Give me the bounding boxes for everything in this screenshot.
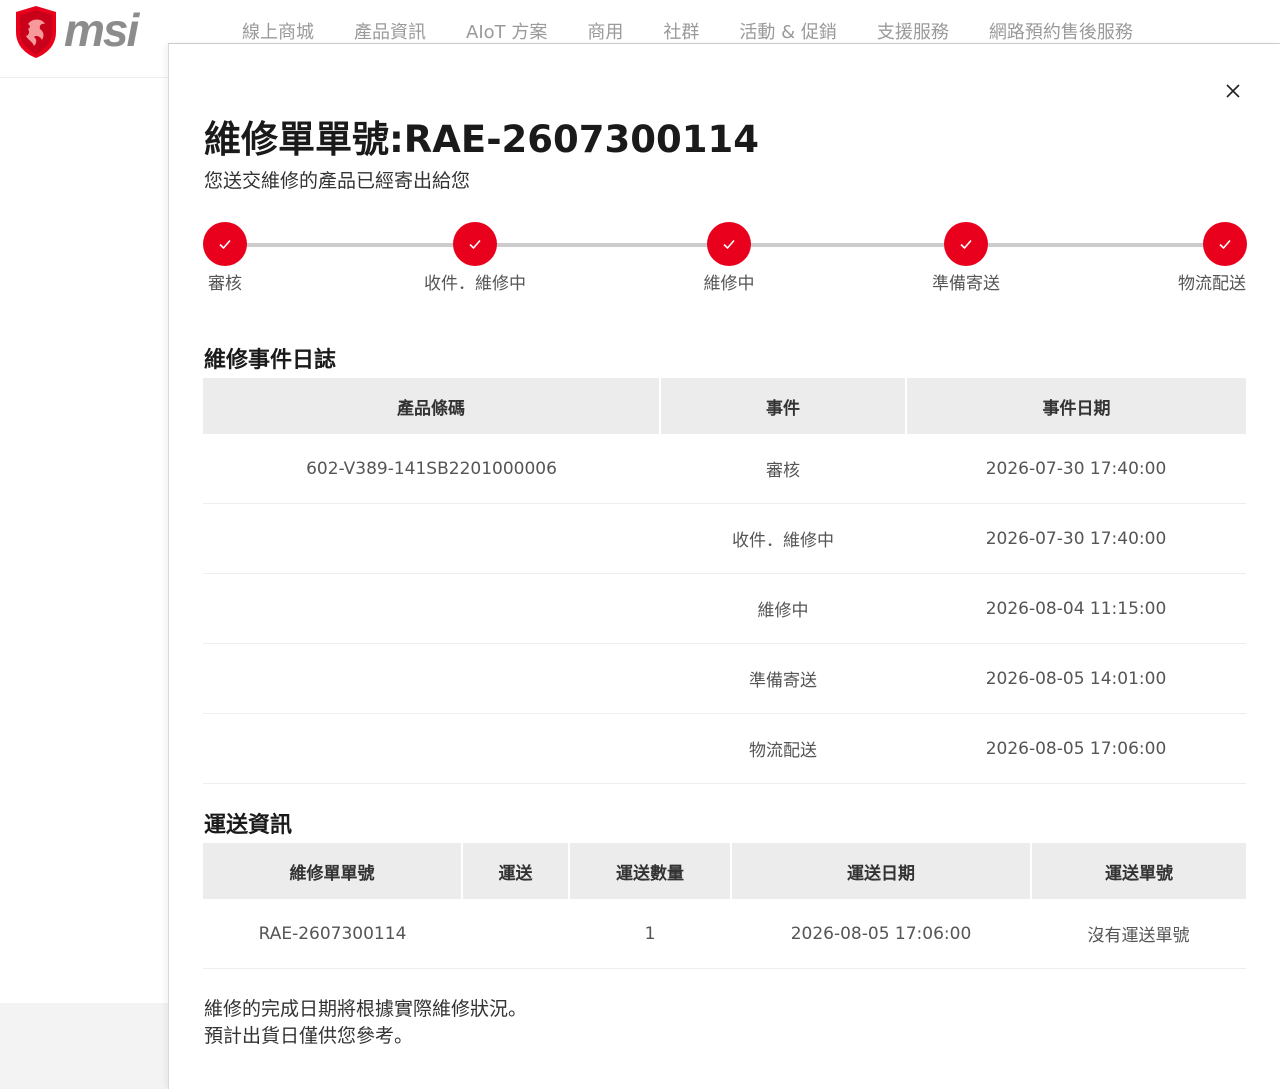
step-delivery-check bbox=[1203, 222, 1247, 266]
checkmark-icon bbox=[1219, 239, 1231, 250]
nav-item-aiot[interactable]: AIoT 方案 bbox=[466, 20, 547, 44]
left-divider bbox=[0, 77, 168, 78]
nav-item-business[interactable]: 商用 bbox=[587, 20, 623, 44]
repair-order-title: 維修單單號:RAE-2607300114 bbox=[204, 118, 759, 161]
barcode-cell: 602-V389-141SB2201000006 bbox=[203, 434, 660, 504]
column-header-barcode: 產品條碼 bbox=[203, 378, 661, 434]
column-header-event-date: 事件日期 bbox=[906, 378, 1246, 434]
carrier-cell bbox=[462, 899, 569, 969]
event-date-cell: 2026-08-04 11:15:00 bbox=[906, 573, 1246, 644]
barcode-cell bbox=[203, 643, 660, 714]
ship-date-cell: 2026-08-05 17:06:00 bbox=[731, 899, 1031, 969]
repair-status-message: 您送交維修的產品已經寄出給您 bbox=[204, 170, 471, 192]
column-header-quantity: 運送數量 bbox=[569, 843, 732, 899]
checkmark-icon bbox=[960, 239, 972, 250]
step-preparing-check bbox=[944, 222, 988, 266]
event-date-cell: 2026-07-30 17:40:00 bbox=[906, 434, 1246, 504]
event-log-header-row: 產品條碼 事件 事件日期 bbox=[203, 378, 1246, 434]
shipping-header-row: 維修單單號 運送 運送數量 運送日期 運送單號 bbox=[203, 843, 1246, 899]
step-received-check bbox=[453, 222, 497, 266]
table-row: 維修中 2026-08-04 11:15:00 bbox=[203, 573, 1246, 644]
event-log-title: 維修事件日誌 bbox=[204, 348, 337, 373]
barcode-cell bbox=[203, 503, 660, 574]
barcode-cell bbox=[203, 573, 660, 644]
top-navigation: msi 線上商城 產品資訊 AIoT 方案 商用 社群 活動 & 促銷 支援服務… bbox=[0, 0, 1280, 58]
event-cell: 維修中 bbox=[660, 573, 906, 644]
column-header-event: 事件 bbox=[660, 378, 907, 434]
close-icon[interactable] bbox=[1222, 80, 1244, 102]
note-line: 預計出貨日僅供您參考。 bbox=[204, 1025, 414, 1047]
table-row: 收件．維修中 2026-07-30 17:40:00 bbox=[203, 503, 1246, 574]
event-date-cell: 2026-07-30 17:40:00 bbox=[906, 503, 1246, 574]
step-review-check bbox=[203, 222, 247, 266]
event-date-cell: 2026-08-05 17:06:00 bbox=[906, 713, 1246, 784]
nav-item-products[interactable]: 產品資訊 bbox=[354, 20, 426, 44]
main-nav: 線上商城 產品資訊 AIoT 方案 商用 社群 活動 & 促銷 支援服務 網路預… bbox=[222, 20, 1153, 44]
step-label-received: 收件．維修中 bbox=[424, 274, 526, 294]
left-backdrop-block bbox=[0, 1003, 168, 1089]
brand-wordmark[interactable]: msi bbox=[64, 4, 139, 56]
table-row: 602-V389-141SB2201000006 審核 2026-07-30 1… bbox=[203, 434, 1246, 504]
event-cell: 準備寄送 bbox=[660, 643, 906, 714]
table-row: 準備寄送 2026-08-05 14:01:00 bbox=[203, 643, 1246, 714]
column-header-ship-date: 運送日期 bbox=[731, 843, 1032, 899]
event-cell: 審核 bbox=[660, 434, 906, 504]
table-row: RAE-2607300114 1 2026-08-05 17:06:00 沒有運… bbox=[203, 899, 1246, 969]
shipping-info-table: 維修單單號 運送 運送數量 運送日期 運送單號 RAE-2607300114 1… bbox=[203, 843, 1246, 969]
barcode-cell bbox=[203, 713, 660, 784]
nav-item-community[interactable]: 社群 bbox=[663, 20, 699, 44]
step-label-review: 審核 bbox=[208, 274, 242, 294]
nav-item-support[interactable]: 支援服務 bbox=[877, 20, 949, 44]
nav-item-promotions[interactable]: 活動 & 促銷 bbox=[739, 20, 836, 44]
step-label-preparing: 準備寄送 bbox=[932, 274, 1000, 294]
shipping-info-title: 運送資訊 bbox=[204, 813, 293, 838]
repair-order-no-cell: RAE-2607300114 bbox=[203, 899, 462, 969]
tracking-no-cell: 沒有運送單號 bbox=[1031, 899, 1246, 969]
nav-item-online-store[interactable]: 線上商城 bbox=[242, 20, 314, 44]
note-line: 維修的完成日期將根據實際維修狀況。 bbox=[204, 998, 528, 1020]
event-log-table: 產品條碼 事件 事件日期 602-V389-141SB2201000006 審核… bbox=[203, 378, 1246, 784]
column-header-tracking-no: 運送單號 bbox=[1031, 843, 1246, 899]
step-label-delivery: 物流配送 bbox=[1178, 274, 1246, 294]
table-row: 物流配送 2026-08-05 17:06:00 bbox=[203, 713, 1246, 784]
event-cell: 物流配送 bbox=[660, 713, 906, 784]
msi-dragon-shield-logo[interactable] bbox=[12, 4, 60, 60]
column-header-carrier: 運送 bbox=[462, 843, 570, 899]
quantity-cell: 1 bbox=[569, 899, 731, 969]
checkmark-icon bbox=[723, 239, 735, 250]
checkmark-icon bbox=[219, 239, 231, 250]
event-cell: 收件．維修中 bbox=[660, 503, 906, 574]
nav-item-service-booking[interactable]: 網路預約售後服務 bbox=[989, 20, 1133, 44]
step-label-repairing: 維修中 bbox=[703, 274, 755, 294]
column-header-repair-order-no: 維修單單號 bbox=[203, 843, 463, 899]
checkmark-icon bbox=[469, 239, 481, 250]
event-date-cell: 2026-08-05 14:01:00 bbox=[906, 643, 1246, 714]
completion-date-note: 維修的完成日期將根據實際維修狀況。 預計出貨日僅供您參考。 bbox=[204, 996, 527, 1050]
step-repairing-check bbox=[707, 222, 751, 266]
